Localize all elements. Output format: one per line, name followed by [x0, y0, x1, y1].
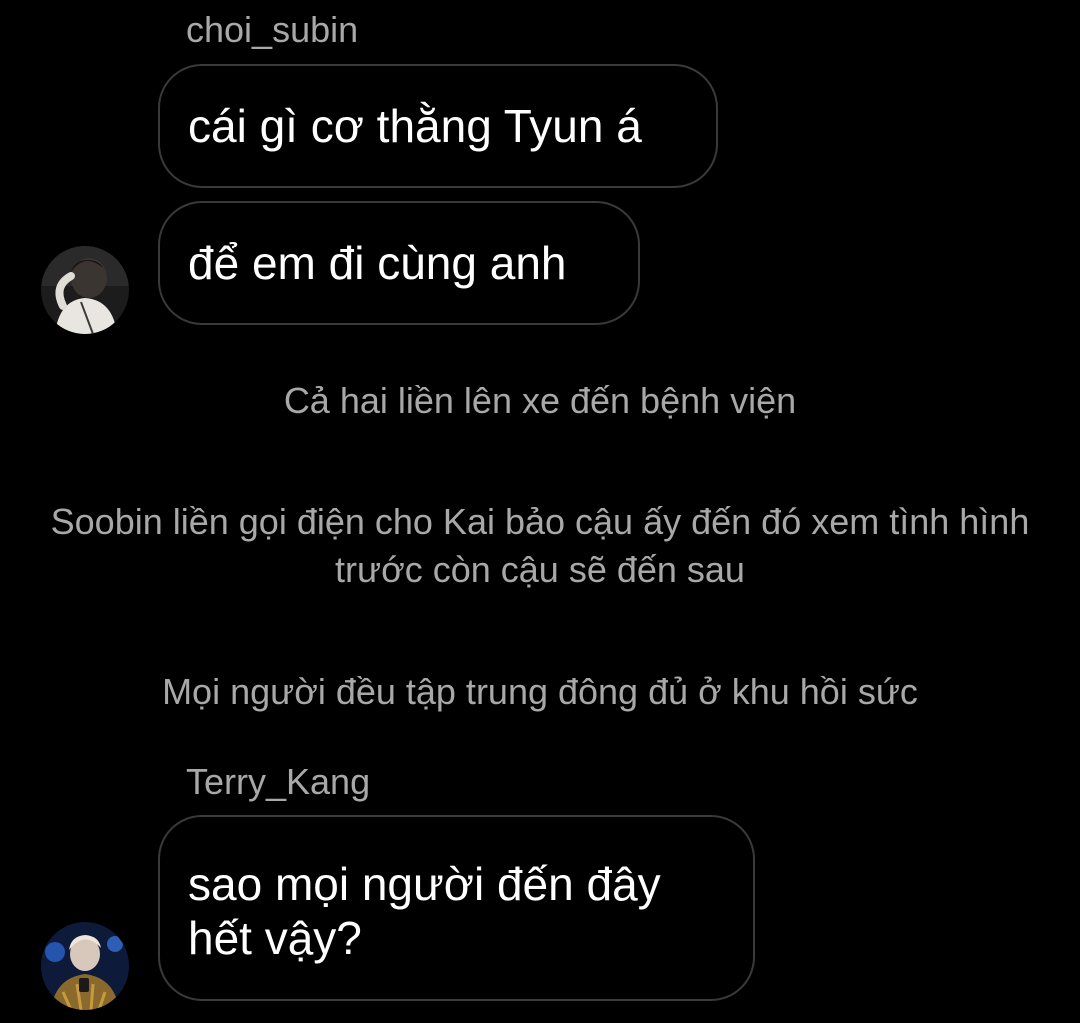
message-text: sao mọi người đến đây hết vậy? — [188, 858, 661, 964]
message-bubble[interactable]: để em đi cùng anh — [158, 201, 640, 325]
system-message: Soobin liền gọi điện cho Kai bảo cậu ấy … — [50, 501, 1030, 590]
sender-name-choi-subin: choi_subin — [186, 9, 359, 50]
message-text: cái gì cơ thằng Tyun á — [188, 100, 642, 152]
message-bubble[interactable]: sao mọi người đến đây hết vậy? — [158, 815, 755, 1001]
system-message: Cả hai liền lên xe đến bệnh viện — [283, 380, 797, 421]
avatar[interactable] — [41, 246, 129, 334]
system-message: Mọi người đều tập trung đông đủ ở khu hồ… — [162, 671, 918, 712]
user-avatar-icon — [41, 922, 129, 1010]
message-bubble[interactable]: cái gì cơ thằng Tyun á — [158, 64, 718, 188]
avatar[interactable] — [41, 922, 129, 1010]
user-avatar-icon — [41, 246, 129, 334]
sender-name-terry-kang: Terry_Kang — [186, 761, 371, 802]
message-text: để em đi cùng anh — [188, 237, 567, 289]
